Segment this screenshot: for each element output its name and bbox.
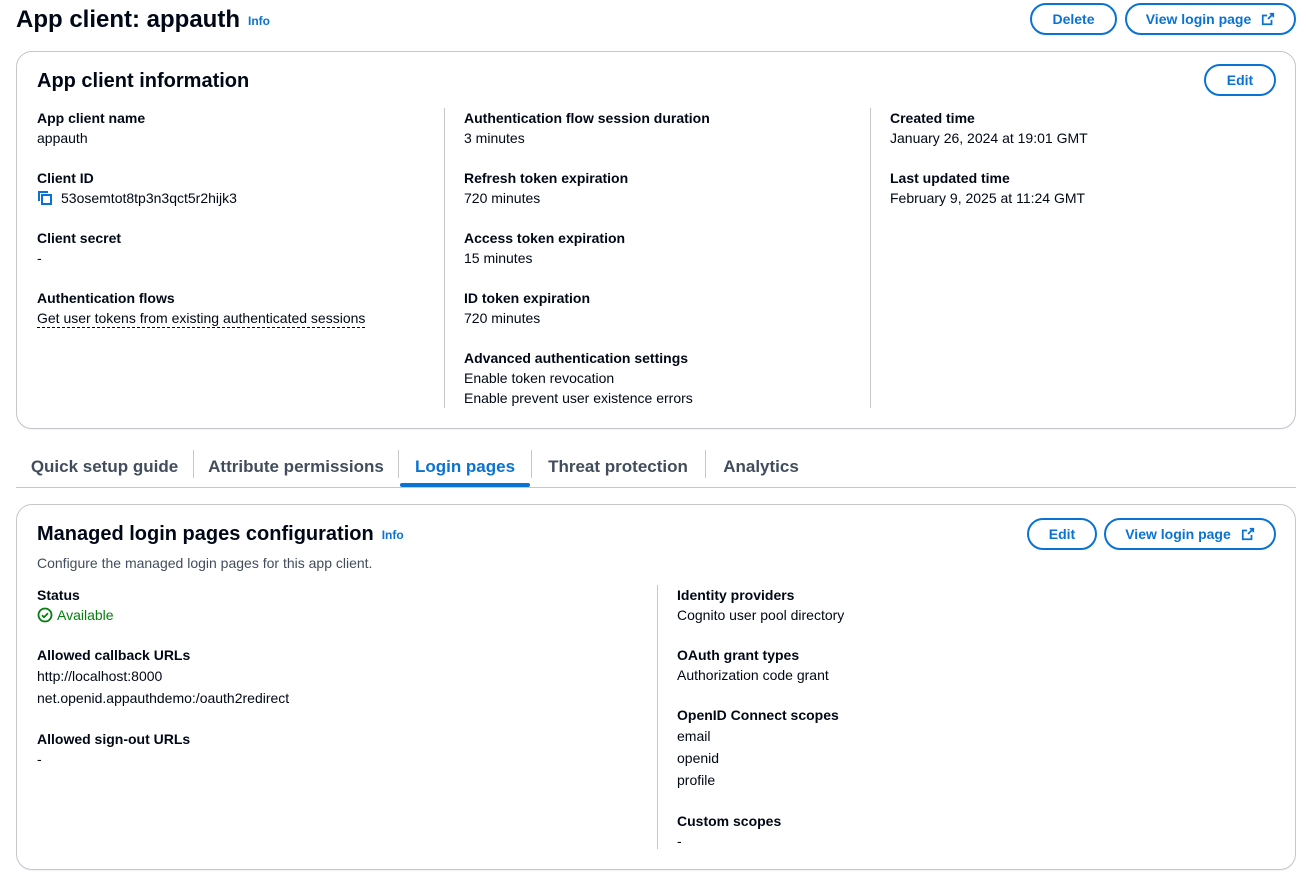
managed-info-link[interactable]: Info (382, 528, 404, 542)
created-time-value: January 26, 2024 at 19:01 GMT (890, 130, 1088, 146)
custom-scopes-value: - (677, 833, 682, 849)
client-id-row: 53osemtot8tp3n3qct5r2hijk3 (37, 188, 437, 208)
managed-login-container: Managed login pages configuration Info Co… (16, 504, 1296, 870)
copy-icon[interactable] (37, 190, 53, 206)
tab-login-pages[interactable]: Login pages (400, 446, 530, 487)
app-client-name-label: App client name (37, 110, 146, 126)
managed-right-column: Identity providers Cognito user pool dir… (677, 585, 1257, 871)
edit-client-label: Edit (1226, 72, 1254, 88)
active-tab-indicator (400, 483, 530, 487)
tab-divider (398, 450, 399, 478)
access-token-value: 15 minutes (464, 250, 533, 266)
view-login-page-label: View login page (1145, 11, 1252, 27)
advanced-auth-label: Advanced authentication settings (464, 350, 689, 366)
column-divider (444, 108, 445, 408)
oidc-scope: openid (677, 750, 720, 766)
client-info-column-2: Authentication flow session duration 3 m… (464, 108, 864, 428)
managed-login-title-text: Managed login pages configuration (37, 523, 374, 545)
external-link-icon (1262, 12, 1275, 26)
view-login-page-button-2[interactable]: View login page (1104, 518, 1276, 550)
column-divider (870, 108, 871, 408)
advanced-auth-item: Enable token revocation (464, 370, 615, 386)
external-link-icon (1241, 527, 1254, 541)
status-value: Available (57, 607, 114, 623)
tab-bar: Quick setup guide Attribute permissions … (16, 446, 1296, 488)
edit-managed-button[interactable]: Edit (1027, 518, 1097, 550)
view-login-page-button[interactable]: View login page (1125, 3, 1296, 35)
view-login-page-label-2: View login page (1125, 526, 1231, 542)
client-info-column-1: App client name appauth Client ID 53osem… (37, 108, 437, 348)
created-time-label: Created time (890, 110, 975, 126)
signout-urls-value: - (37, 751, 42, 767)
edit-client-button[interactable]: Edit (1204, 64, 1276, 96)
id-token-label: ID token expiration (464, 290, 591, 306)
id-token-value: 720 minutes (464, 310, 541, 326)
client-info-column-3: Created time January 26, 2024 at 19:01 G… (890, 108, 1270, 228)
check-circle-icon (37, 607, 53, 623)
session-duration-value: 3 minutes (464, 130, 525, 146)
tab-quick-setup-guide[interactable]: Quick setup guide (16, 446, 193, 487)
callback-url: http://localhost:8000 (37, 668, 163, 684)
status-indicator: Available (37, 605, 637, 625)
tab-attribute-permissions[interactable]: Attribute permissions (194, 446, 398, 487)
refresh-token-label: Refresh token expiration (464, 170, 629, 186)
callback-url: net.openid.appauthdemo:/oauth2redirect (37, 690, 290, 706)
access-token-label: Access token expiration (464, 230, 626, 246)
grant-types-label: OAuth grant types (677, 647, 800, 663)
client-id-value: 53osemtot8tp3n3qct5r2hijk3 (61, 190, 237, 206)
oidc-scope: profile (677, 772, 716, 788)
client-id-label: Client ID (37, 170, 94, 186)
identity-providers-value: Cognito user pool directory (677, 607, 845, 623)
identity-providers-label: Identity providers (677, 587, 795, 603)
auth-flows-label: Authentication flows (37, 290, 175, 306)
managed-login-description: Configure the managed login pages for th… (37, 555, 373, 571)
oidc-scope: email (677, 728, 711, 744)
tab-threat-protection[interactable]: Threat protection (532, 446, 704, 487)
custom-scopes-label: Custom scopes (677, 813, 782, 829)
delete-button-label: Delete (1052, 11, 1095, 27)
edit-managed-label: Edit (1048, 526, 1076, 542)
title-info-link[interactable]: Info (248, 14, 270, 28)
updated-time-label: Last updated time (890, 170, 1010, 186)
auth-flows-value[interactable]: Get user tokens from existing authentica… (37, 310, 366, 328)
callback-urls-label: Allowed callback URLs (37, 647, 191, 663)
session-duration-label: Authentication flow session duration (464, 110, 710, 126)
signout-urls-label: Allowed sign-out URLs (37, 731, 191, 747)
app-client-info-title: App client information (37, 70, 250, 92)
page-title-text: App client: appauth (16, 6, 240, 33)
client-secret-label: Client secret (37, 230, 122, 246)
grant-types-value: Authorization code grant (677, 667, 829, 683)
status-label: Status (37, 587, 80, 603)
delete-button[interactable]: Delete (1030, 3, 1117, 35)
managed-login-title: Managed login pages configuration Info (37, 521, 404, 548)
oidc-scopes-label: OpenID Connect scopes (677, 707, 839, 723)
client-secret-value: - (37, 250, 42, 266)
column-divider (657, 585, 658, 849)
app-client-info-container: App client information Edit App client n… (16, 51, 1296, 429)
app-client-name-value: appauth (37, 130, 88, 146)
tab-analytics[interactable]: Analytics (706, 446, 816, 487)
updated-time-value: February 9, 2025 at 11:24 GMT (890, 190, 1086, 206)
page-title: App client: appauth Info (16, 4, 270, 37)
managed-left-column: Status Available Allowed callback URLs h… (37, 585, 637, 789)
advanced-auth-item: Enable prevent user existence errors (464, 390, 693, 406)
refresh-token-value: 720 minutes (464, 190, 541, 206)
